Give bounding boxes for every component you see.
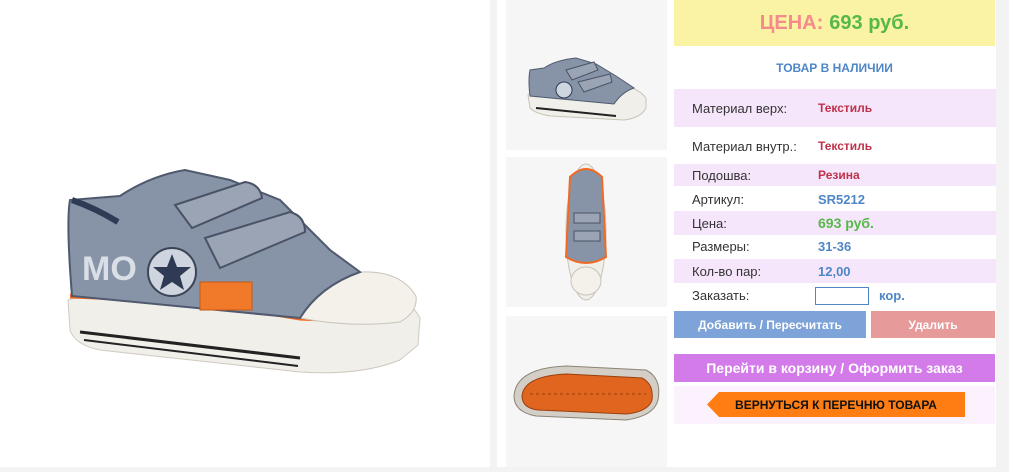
spec-value: Текстиль [818,139,873,153]
spec-row-pairs: Кол-во пар: 12,00 [674,259,996,283]
spec-label: Кол-во пар: [692,263,762,279]
svg-text:MO: MO [82,250,137,288]
spec-value: 12,00 [818,263,851,279]
main-product-photo[interactable]: MO [0,0,490,467]
back-button-container: ВЕРНУТЬСЯ К ПЕРЕЧНЮ ТОВАРА [674,386,995,424]
order-quantity-input[interactable] [815,286,869,305]
spec-value: SR5212 [818,191,865,207]
thumbnail-sole-image [513,365,660,421]
spec-row-material-top: Материал верх: Текстиль [674,89,996,127]
delete-button[interactable]: Удалить [871,311,995,338]
sneaker-side-image: MO [67,168,421,374]
thumbnail-side-view[interactable] [506,0,667,150]
spec-row-material-inner: Материал внутр.: Текстиль [674,127,996,165]
spec-row-article: Артикул: SR5212 [674,188,996,210]
back-to-list-button[interactable]: ВЕРНУТЬСЯ К ПЕРЕЧНЮ ТОВАРА [707,392,965,417]
spec-label: Материал внутр.: [692,138,797,154]
product-info-panel: ЦЕНА: 693 руб. ТОВАР В НАЛИЧИИ Материал … [668,0,1009,467]
right-edge-strip [996,0,1009,467]
spec-row-sizes: Размеры: 31-36 [674,235,996,258]
spec-row-price: Цена: 693 руб. [674,211,996,235]
spec-label: Цена: [692,215,727,231]
spec-value: Текстиль [818,101,873,115]
thumbnail-top-view[interactable] [506,157,667,307]
spec-label: Материал верх: [692,100,788,116]
spec-row-sole: Подошва: Резина [674,164,996,186]
price-label: ЦЕНА: [759,11,824,34]
stock-status: ТОВАР В НАЛИЧИИ [776,61,893,75]
spec-label: Подошва: [692,167,752,183]
add-recalculate-button[interactable]: Добавить / Пересчитать [674,311,866,338]
spec-value: 693 руб. [818,215,874,231]
spec-label: Размеры: [692,239,750,254]
thumbnail-strip [497,0,675,467]
order-label: Заказать: [692,288,750,303]
price-value: 693 руб. [829,11,910,34]
spec-value: 31-36 [818,239,852,254]
price-banner: ЦЕНА: 693 руб. [674,0,995,46]
spec-value: Резина [818,168,860,182]
order-row: Заказать: кор. [674,284,996,307]
thumbnail-sole-view[interactable] [506,316,667,467]
spec-label: Артикул: [692,191,745,207]
thumbnail-top-image [564,163,608,301]
go-to-cart-button[interactable]: Перейти в корзину / Оформить заказ [674,354,995,382]
order-unit: кор. [879,288,905,303]
thumbnail-side-image [527,57,647,121]
